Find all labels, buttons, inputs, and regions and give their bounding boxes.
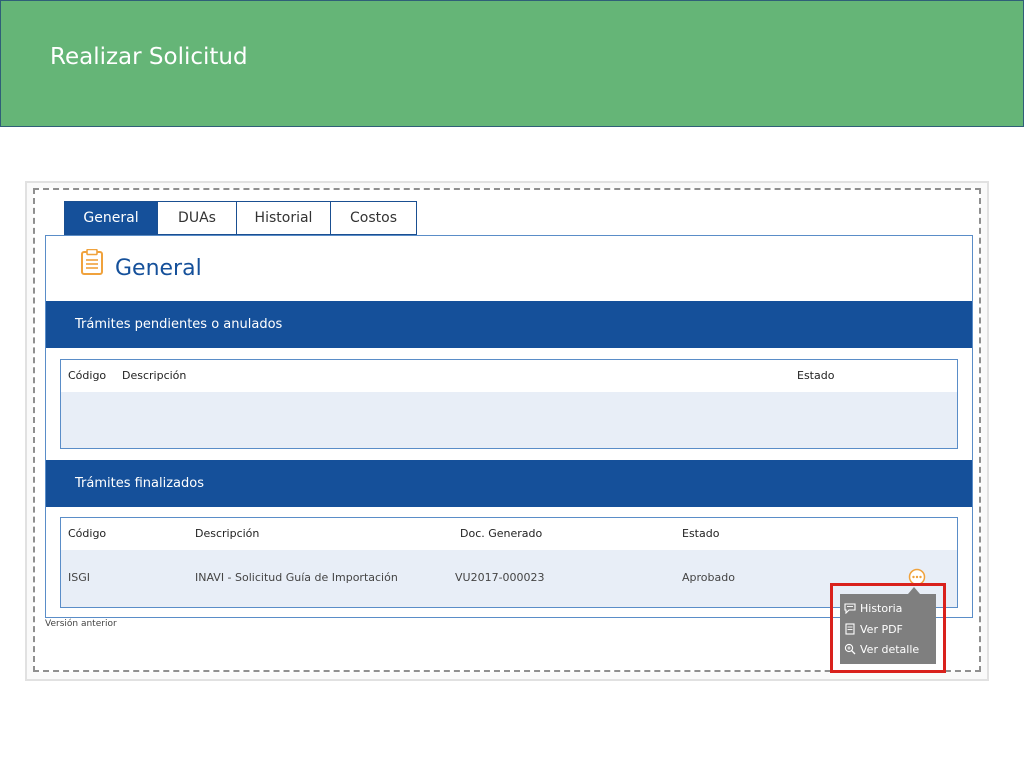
row-status: Aprobado xyxy=(682,571,735,584)
finished-col-doc: Doc. Generado xyxy=(460,527,543,540)
finished-col-code: Código xyxy=(68,527,107,540)
finished-table: Código Descripción Doc. Generado Estado … xyxy=(60,517,958,608)
pending-col-code: Código xyxy=(68,369,107,382)
pending-section-header: Trámites pendientes o anulados xyxy=(46,301,972,348)
pending-table-body xyxy=(61,392,957,448)
pending-table: Código Descripción Estado xyxy=(60,359,958,449)
clipboard-icon xyxy=(81,249,103,275)
row-description: INAVI - Solicitud Guía de Importación xyxy=(195,571,398,584)
tab-duas[interactable]: DUAs xyxy=(157,201,237,235)
tab-historial[interactable]: Historial xyxy=(236,201,331,235)
page-title: Realizar Solicitud xyxy=(50,44,248,70)
pending-col-description: Descripción xyxy=(122,369,187,382)
row-doc: VU2017-000023 xyxy=(455,571,545,584)
row-code: ISGI xyxy=(68,571,90,584)
highlight-box xyxy=(830,583,946,673)
finished-section-header: Trámites finalizados xyxy=(46,460,972,507)
header-banner: Realizar Solicitud xyxy=(0,0,1024,127)
table-row[interactable]: ISGI INAVI - Solicitud Guía de Importaci… xyxy=(61,550,957,607)
finished-col-description: Descripción xyxy=(195,527,260,540)
pending-col-status: Estado xyxy=(797,369,835,382)
tab-costos[interactable]: Costos xyxy=(330,201,417,235)
version-link[interactable]: Versión anterior xyxy=(45,619,117,629)
finished-col-status: Estado xyxy=(682,527,720,540)
section-title-general: General xyxy=(115,256,202,281)
tab-general[interactable]: General xyxy=(64,201,158,235)
